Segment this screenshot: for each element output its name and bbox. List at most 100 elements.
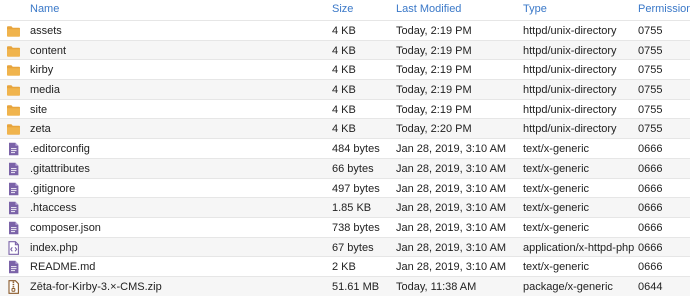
file-last-modified: Today, 2:20 PM [396, 123, 472, 136]
text-file-icon [6, 201, 21, 215]
file-permissions[interactable]: 0666 [638, 163, 662, 175]
file-last-modified: Today, 11:38 AM [396, 280, 477, 293]
file-name[interactable]: content [30, 45, 66, 57]
file-type: package/x-generic [523, 280, 613, 293]
table-row[interactable]: kirby 4 KB Today, 2:19 PM httpd/unix-direct… [0, 59, 690, 79]
file-type: text/x-generic [523, 182, 590, 195]
file-last-modified: Today, 2:19 PM [396, 44, 472, 57]
file-size: 4 KB [332, 25, 356, 37]
folder-icon [6, 24, 21, 38]
file-permissions[interactable]: 0666 [638, 261, 662, 273]
file-last-modified: Today, 2:19 PM [396, 103, 472, 116]
file-type: text/x-generic [523, 162, 590, 175]
folder-icon [6, 63, 21, 77]
table-row[interactable]: composer.json 738 bytes Jan 28, 2019, 3:10… [0, 216, 690, 237]
file-last-modified: Jan 28, 2019, 3:10 AM [396, 202, 507, 215]
table-row[interactable]: .editorconfig 484 bytes Jan 28, 2019, 3:10… [0, 138, 690, 158]
file-name[interactable]: Zēta-for-Kirby-3.×-CMS.zip [30, 281, 162, 293]
file-size: 4 KB [332, 84, 356, 97]
file-size: 4 KB [332, 103, 356, 116]
file-size: 4 KB [332, 64, 356, 77]
file-permissions[interactable]: 0755 [638, 64, 662, 76]
file-list-table: Name Size Last Modified Type Permissions… [0, 0, 690, 296]
table-row[interactable]: media 4 KB Today, 2:19 PM httpd/unix-direct… [0, 79, 690, 99]
file-name[interactable]: index.php [30, 242, 78, 254]
folder-icon [6, 122, 21, 136]
file-last-modified: Today, 2:19 PM [396, 25, 472, 37]
table-header: Name Size Last Modified Type Permissions [0, 0, 690, 20]
table-body: assets 4 KB Today, 2:19 PM httpd/unix-direc… [0, 20, 690, 296]
column-header-permissions[interactable]: Permissions [638, 3, 690, 15]
file-last-modified: Jan 28, 2019, 3:10 AM [396, 261, 507, 274]
file-type: httpd/unix-directory [523, 25, 617, 37]
table-row[interactable]: zeta 4 KB Today, 2:20 PM httpd/unix-directo… [0, 118, 690, 139]
file-type: httpd/unix-directory [523, 44, 617, 57]
file-size: 484 bytes [332, 143, 380, 156]
text-file-icon [6, 182, 21, 196]
file-permissions[interactable]: 0755 [638, 45, 662, 57]
folder-icon [6, 83, 21, 97]
file-size: 51.61 MB [332, 280, 380, 293]
file-type: text/x-generic [523, 143, 590, 156]
file-permissions[interactable]: 0666 [638, 183, 662, 195]
text-file-icon [6, 260, 21, 274]
file-type: text/x-generic [523, 202, 590, 215]
file-size: 67 bytes [332, 241, 374, 254]
file-size: 4 KB [332, 123, 356, 136]
table-row[interactable]: content 4 KB Today, 2:19 PM httpd/unix-dire… [0, 39, 690, 60]
file-type: application/x-httpd-php [523, 241, 635, 254]
file-size: 66 bytes [332, 162, 374, 175]
table-row[interactable]: .htaccess 1.85 KB Jan 28, 2019, 3:10 AM tex… [0, 197, 690, 217]
file-type: httpd/unix-directory [523, 84, 617, 97]
table-row[interactable]: .gitignore 497 bytes Jan 28, 2019, 3:10 AM… [0, 177, 690, 198]
file-permissions[interactable]: 0666 [638, 143, 662, 155]
table-row[interactable]: .gitattributes 66 bytes Jan 28, 2019, 3:10… [0, 157, 690, 178]
file-last-modified: Jan 28, 2019, 3:10 AM [396, 143, 507, 156]
column-header-size[interactable]: Size [332, 3, 353, 15]
file-name[interactable]: kirby [30, 64, 53, 76]
file-name[interactable]: zeta [30, 123, 51, 135]
text-file-icon [6, 142, 21, 156]
code-file-icon [6, 240, 21, 255]
file-name[interactable]: media [30, 84, 60, 96]
column-header-type[interactable]: Type [523, 3, 547, 15]
file-permissions[interactable]: 0666 [638, 242, 662, 254]
column-header-last-modified[interactable]: Last Modified [396, 3, 461, 15]
file-name[interactable]: .editorconfig [30, 143, 90, 155]
file-permissions[interactable]: 0755 [638, 104, 662, 116]
file-last-modified: Jan 28, 2019, 3:10 AM [396, 182, 507, 195]
file-name[interactable]: .htaccess [30, 202, 76, 214]
file-size: 738 bytes [332, 221, 380, 234]
file-permissions[interactable]: 0755 [638, 123, 662, 135]
table-row[interactable]: site 4 KB Today, 2:19 PM httpd/unix-directo… [0, 98, 690, 119]
file-last-modified: Jan 28, 2019, 3:10 AM [396, 162, 507, 175]
table-row[interactable]: README.md 2 KB Jan 28, 2019, 3:10 AM text/x… [0, 256, 690, 276]
file-name[interactable]: composer.json [30, 222, 101, 234]
file-permissions[interactable]: 0755 [638, 84, 662, 96]
file-last-modified: Jan 28, 2019, 3:10 AM [396, 241, 507, 254]
file-permissions[interactable]: 0755 [638, 25, 662, 37]
file-name[interactable]: assets [30, 25, 62, 37]
file-type: httpd/unix-directory [523, 123, 617, 136]
text-file-icon [6, 221, 21, 235]
file-name[interactable]: .gitignore [30, 183, 75, 195]
file-permissions[interactable]: 0644 [638, 281, 662, 293]
column-header-name[interactable]: Name [30, 3, 59, 15]
table-row[interactable]: assets 4 KB Today, 2:19 PM httpd/unix-direc… [0, 20, 690, 40]
file-size: 4 KB [332, 44, 356, 57]
file-permissions[interactable]: 0666 [638, 222, 662, 234]
table-row[interactable]: Zēta-for-Kirby-3.×-CMS.zip 51.61 MB Today,… [0, 275, 690, 296]
file-name[interactable]: site [30, 104, 47, 116]
table-row[interactable]: index.php 67 bytes Jan 28, 2019, 3:10 AM ap… [0, 236, 690, 257]
file-last-modified: Today, 2:19 PM [396, 64, 472, 77]
file-type: text/x-generic [523, 221, 590, 234]
text-file-icon [6, 162, 21, 176]
folder-icon [6, 103, 21, 117]
file-type: text/x-generic [523, 261, 590, 274]
file-size: 497 bytes [332, 182, 380, 195]
file-name[interactable]: README.md [30, 261, 95, 273]
folder-icon [6, 44, 21, 58]
file-name[interactable]: .gitattributes [30, 163, 90, 175]
file-size: 1.85 KB [332, 202, 372, 215]
file-permissions[interactable]: 0666 [638, 202, 662, 214]
